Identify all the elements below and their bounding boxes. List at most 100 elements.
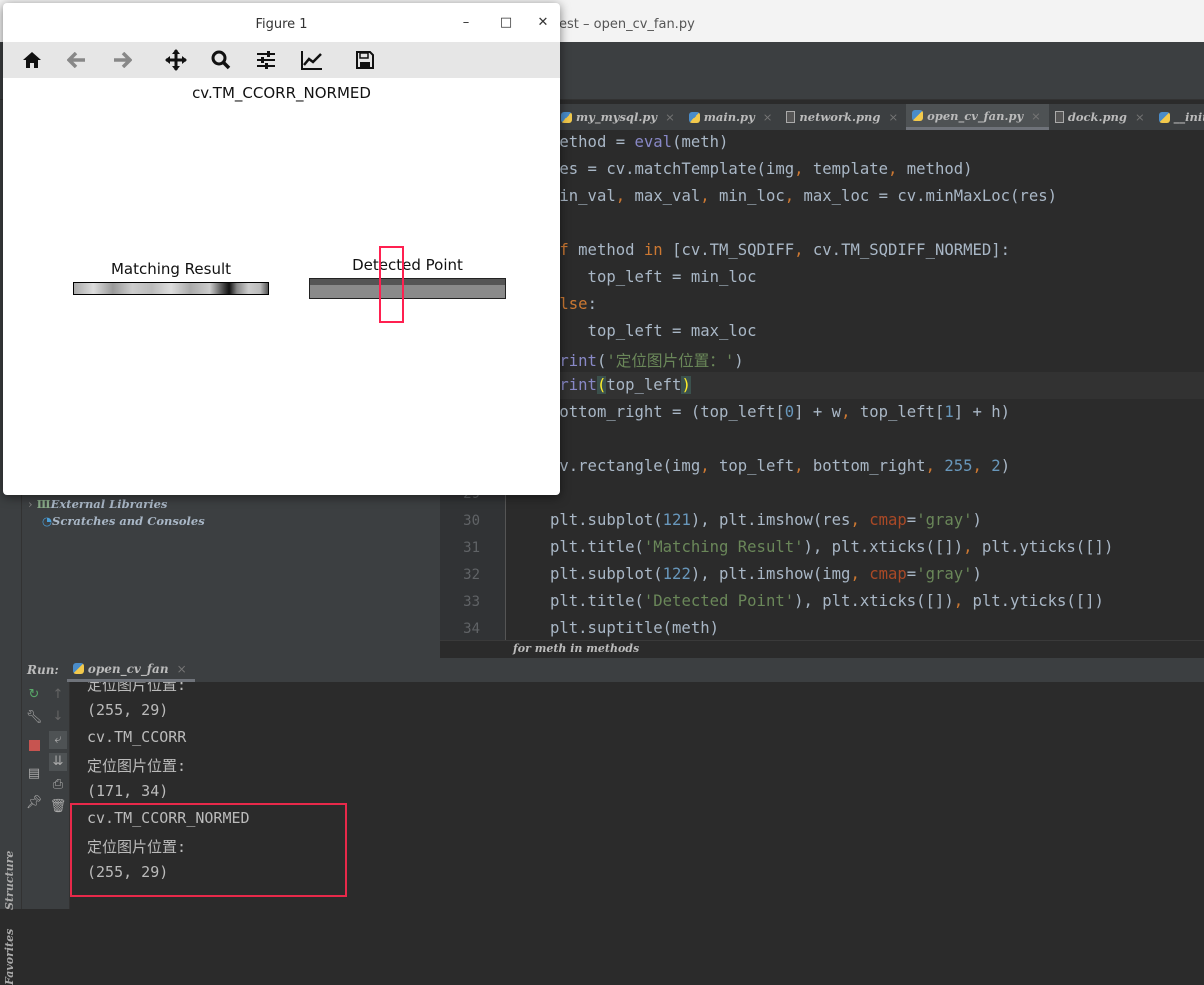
editor-tab[interactable]: my_mysql.py × (555, 104, 683, 130)
print-icon[interactable]: ⎙ (49, 776, 67, 794)
minimize-button[interactable]: – (458, 15, 474, 30)
tab-label: dock.png (1067, 110, 1127, 124)
code-token: 'Detected Point' (643, 592, 795, 610)
figure-suptitle: cv.TM_CCORR_NORMED (192, 84, 371, 102)
line-number: 34 (463, 621, 480, 637)
project-item-scratches[interactable]: ◔Scratches and Consoles (42, 514, 205, 528)
figure-toolbar (3, 42, 560, 78)
down-arrow-icon[interactable]: ↓ (49, 708, 67, 726)
run-tab[interactable]: open_cv_fan × (66, 658, 195, 682)
code-line: top_left = max_loc (550, 322, 757, 340)
code-line: print(top_left) (550, 376, 691, 394)
configure-subplots-icon[interactable] (254, 48, 278, 72)
code-token: ] + w (794, 403, 842, 421)
wrench-icon[interactable]: 🔧︎ (25, 709, 43, 727)
code-token: = (906, 565, 917, 583)
code-token: eval (634, 133, 673, 151)
code-token: 122 (662, 565, 691, 583)
code-token: method = (550, 133, 635, 151)
editor-tab[interactable]: main.py × (683, 104, 781, 130)
maximize-button[interactable]: □ (498, 15, 514, 30)
code-token: , (700, 457, 719, 475)
pin-icon[interactable]: 📌︎ (25, 794, 43, 812)
code-token: 'gray' (916, 511, 973, 529)
line-number: 33 (463, 594, 480, 610)
code-token: ) (972, 565, 982, 583)
close-tab-icon[interactable]: × (1031, 109, 1041, 123)
up-arrow-icon[interactable]: ↑ (49, 686, 67, 704)
console-line: (255, 29) (87, 701, 169, 719)
code-token: ) (681, 376, 691, 394)
tab-label: main.py (703, 110, 755, 124)
code-token: [cv.TM_SQDIFF (672, 241, 795, 259)
editor-tab[interactable]: network.png × (780, 104, 906, 130)
python-file-icon (1158, 111, 1170, 123)
structure-tab[interactable]: Structure (3, 851, 16, 910)
code-token: method) (906, 160, 973, 178)
code-token: top_left (606, 376, 682, 394)
editor-tab[interactable]: __init__ (1153, 104, 1204, 130)
code-token: : (587, 295, 597, 313)
soft-wrap-icon[interactable]: ⤶ (49, 731, 67, 749)
close-tab-icon[interactable]: × (665, 110, 675, 124)
favorites-tab[interactable]: Favorites (3, 929, 16, 985)
code-token: , (794, 457, 813, 475)
code-token: cv.rectangle(img (550, 457, 701, 475)
zoom-icon[interactable] (209, 48, 233, 72)
code-token: , (794, 160, 813, 178)
library-icon: Ⅲ (36, 497, 51, 511)
close-icon[interactable]: × (177, 662, 187, 676)
code-token: plt.yticks([]) (972, 592, 1104, 610)
rerun-icon[interactable]: ↻ (25, 686, 43, 704)
editor-tab[interactable]: dock.png × (1049, 104, 1153, 130)
forward-icon[interactable] (110, 48, 134, 72)
code-line: plt.subplot(122), plt.imshow(img, cmap='… (550, 565, 982, 583)
code-line: if method in [cv.TM_SQDIFF, cv.TM_SQDIFF… (550, 241, 1010, 259)
code-token: plt.subplot( (550, 565, 663, 583)
code-token: ) (1000, 457, 1011, 475)
home-icon[interactable] (20, 48, 44, 72)
detected-point-image (309, 278, 506, 299)
tab-label: open_cv_fan.py (927, 108, 1024, 123)
tab-label: my_mysql.py (576, 110, 658, 124)
close-tab-icon[interactable]: × (763, 110, 773, 124)
python-file-icon (912, 110, 924, 121)
code-token: top_left[ (859, 403, 945, 421)
code-token: cmap (869, 565, 907, 583)
code-token: template (812, 160, 888, 178)
breadcrumb[interactable]: for meth in methods (440, 640, 1204, 658)
code-line: min_val, max_val, min_loc, max_loc = cv.… (550, 187, 1057, 205)
code-token: '定位图片位置：' (606, 352, 735, 370)
trash-icon[interactable]: 🗑︎ (49, 798, 67, 816)
save-icon[interactable] (353, 48, 377, 72)
console-line: 定位图片位置: (87, 757, 187, 775)
code-token: 0 (784, 403, 795, 421)
code-token: , (972, 457, 992, 475)
code-line: plt.suptitle(meth) (550, 619, 719, 637)
back-icon[interactable] (65, 48, 89, 72)
editor-tab[interactable]: open_cv_fan.py × (906, 104, 1049, 130)
scroll-to-end-icon[interactable]: ⇊ (49, 753, 67, 771)
console-line: 定位图片位置: (87, 682, 187, 694)
stop-icon[interactable] (25, 737, 43, 755)
image-file-icon (1054, 111, 1064, 123)
close-tab-icon[interactable]: × (1135, 110, 1145, 124)
close-tab-icon[interactable]: × (888, 110, 898, 124)
close-button[interactable]: ✕ (535, 15, 551, 30)
python-icon (72, 663, 84, 674)
code-token: , (963, 538, 982, 556)
code-token: top_left = max_loc (550, 322, 757, 340)
taskbar-image-strip (310, 285, 505, 298)
code-token: ] + h) (953, 403, 1011, 421)
tab-label: __init__ (1173, 110, 1204, 124)
project-item-external-libraries[interactable]: › ⅢExternal Libraries (28, 497, 167, 511)
code-line: plt.subplot(121), plt.imshow(res, cmap='… (550, 511, 982, 529)
code-token: , (794, 241, 813, 259)
edit-axis-icon[interactable] (300, 48, 324, 72)
code-line: method = eval(meth) (550, 133, 728, 151)
code-token: 'Matching Result' (643, 538, 804, 556)
pan-icon[interactable] (164, 48, 188, 72)
python-file-icon (688, 111, 700, 123)
layout-icon[interactable]: ▤ (25, 765, 43, 783)
code-token: plt.title( (550, 538, 644, 556)
